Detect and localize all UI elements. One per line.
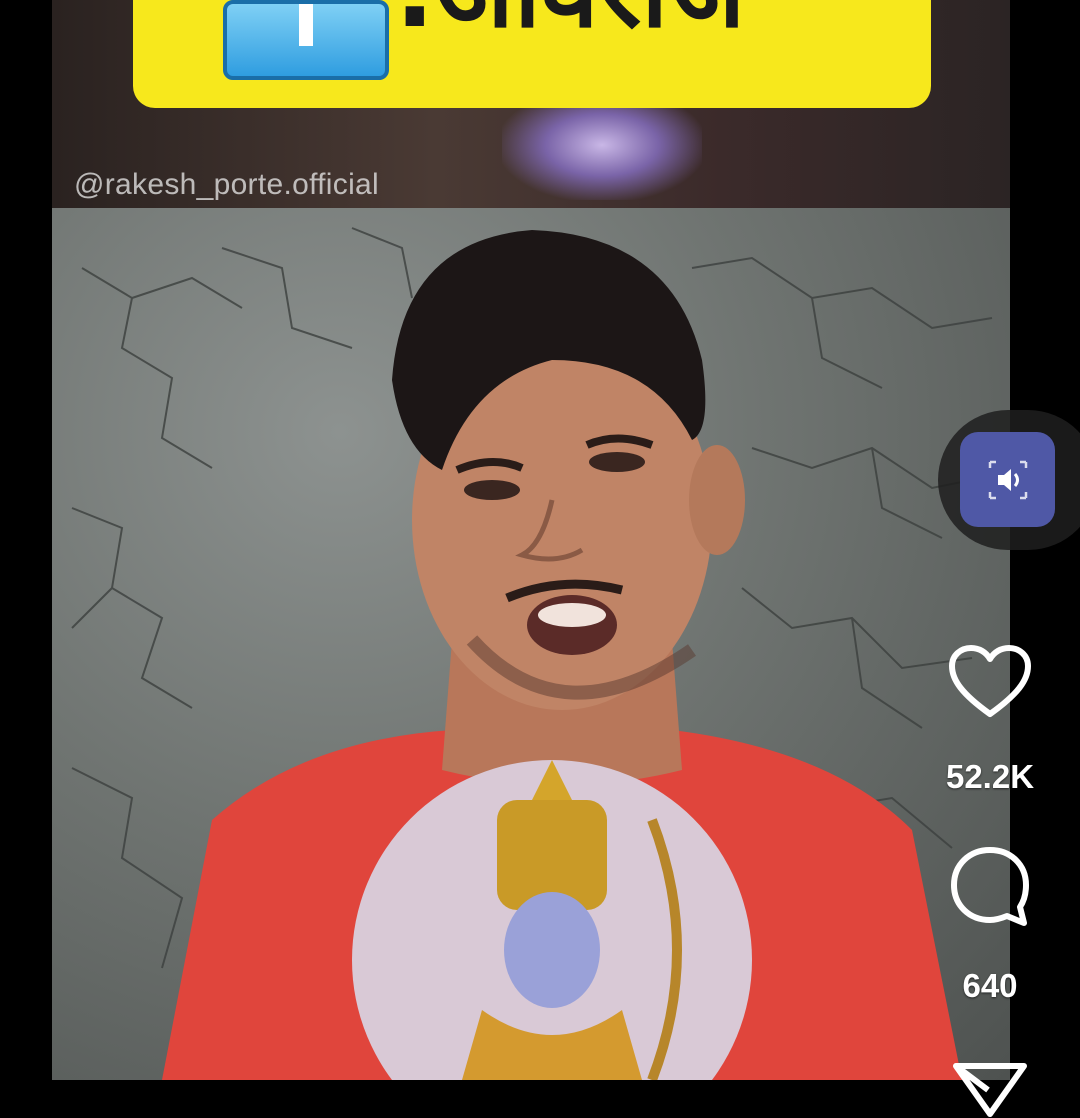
speaker-icon [988, 460, 1027, 499]
comment-count: 640 [962, 967, 1018, 1004]
video-player[interactable]: @rakesh_porte.official [52, 0, 1010, 1080]
watermark-username: @rakesh_porte.official [74, 168, 379, 201]
send-icon[interactable] [948, 1058, 1032, 1118]
like-count: 52.2K [945, 758, 1035, 795]
banner-title: .ओवरोज [395, 0, 745, 42]
like-action[interactable]: 52.2K [940, 644, 1040, 796]
share-action[interactable] [940, 1058, 1040, 1118]
comment-bubble-icon[interactable] [948, 845, 1032, 929]
reel-screen: @rakesh_porte.official .ओवरोज 52.2K 640 [0, 0, 1080, 1117]
comment-action[interactable]: 640 [940, 845, 1040, 1005]
info-tile-icon [223, 0, 389, 80]
mute-toggle-button[interactable] [960, 432, 1055, 527]
person-video-frame [162, 230, 962, 1080]
title-banner: .ओवरोज [133, 0, 931, 108]
heart-icon[interactable] [948, 644, 1032, 720]
